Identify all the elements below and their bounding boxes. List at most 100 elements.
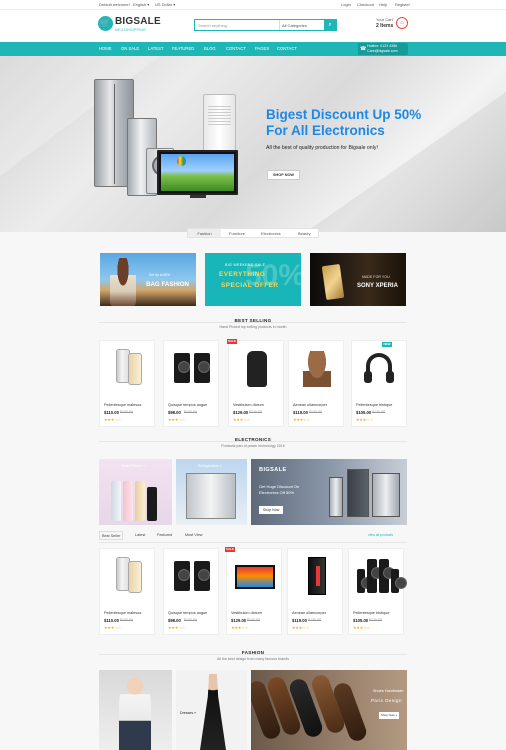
rating-stars: ★★★☆☆ bbox=[168, 417, 185, 422]
product-card[interactable]: Pellentesque malesua $110.00 $120.00 ★★★… bbox=[99, 548, 155, 635]
nav-blog[interactable]: BLOG bbox=[204, 46, 216, 51]
currency-select[interactable]: US Dollar ▾ bbox=[155, 2, 175, 7]
tab-fashion[interactable]: Fashion bbox=[188, 229, 221, 237]
product-card[interactable]: Quisque tempus augue $98.00 $120.00 ★★★☆… bbox=[163, 548, 219, 635]
fashion-model-panel[interactable] bbox=[99, 670, 172, 750]
help-link[interactable]: Help bbox=[379, 2, 387, 7]
register-link[interactable]: Register bbox=[395, 2, 410, 7]
product-name[interactable]: Pellentesque malesua bbox=[104, 611, 141, 615]
view-all-link[interactable]: view all products bbox=[368, 533, 393, 537]
shoes-shop-now-button[interactable]: Shop Now » bbox=[379, 712, 399, 719]
divider bbox=[99, 441, 407, 442]
product-card[interactable]: NEW Pellentesque tristique $105.00 $120.… bbox=[351, 340, 407, 427]
cart-logo-icon[interactable]: 🛒 bbox=[98, 16, 113, 31]
banner-sony-xperia[interactable]: MADE FOR YOU SONY XPERIA bbox=[310, 253, 406, 306]
cart-icon[interactable]: ⌂ bbox=[396, 17, 408, 29]
refrigerator-label[interactable]: Refrigerators » bbox=[198, 464, 222, 468]
product-image[interactable] bbox=[296, 555, 334, 595]
shoes-title: Paris Design bbox=[371, 698, 402, 703]
tab-electronics[interactable]: Electronics bbox=[261, 231, 281, 236]
product-card[interactable]: Pellentesque malesua $110.00 $120.00 ★★★… bbox=[99, 340, 155, 427]
product-card[interactable]: SALE Vestibulum dictum $129.00 $140.00 ★… bbox=[225, 547, 282, 635]
banner3-small: MADE FOR YOU bbox=[362, 275, 390, 279]
cart-summary[interactable]: Your Cart 2 Items bbox=[376, 17, 393, 29]
smartphone-label[interactable]: Smart Phone » bbox=[121, 464, 145, 468]
divider bbox=[99, 542, 407, 543]
product-card[interactable]: SALE Vestibulum dictum $129.00 $140.00 ★… bbox=[227, 339, 284, 427]
product-old-price: $120.00 bbox=[184, 410, 197, 414]
rating-stars: ★★★☆☆ bbox=[104, 417, 121, 422]
product-old-price: $120.00 bbox=[372, 410, 385, 414]
product-image[interactable] bbox=[108, 347, 146, 387]
product-image[interactable] bbox=[297, 347, 335, 387]
shoes-small-label: Shoes Handmade bbox=[373, 689, 404, 693]
electronics-tabs: Best Seller Latest Featured Most View bbox=[99, 531, 209, 541]
product-image[interactable] bbox=[172, 555, 210, 595]
rating-stars: ★★★☆☆ bbox=[356, 417, 373, 422]
category-select[interactable]: All Categories bbox=[279, 20, 325, 30]
product-name[interactable]: Pellentesque tristique bbox=[356, 403, 392, 407]
nav-contact[interactable]: CONTACT bbox=[226, 46, 246, 51]
rating-stars: ★★★☆☆ bbox=[231, 625, 248, 630]
promo-title: BIGSALE bbox=[259, 467, 287, 473]
product-name[interactable]: Quisque tempus augue bbox=[168, 611, 207, 615]
product-old-price: $120.00 bbox=[369, 618, 382, 622]
tab-most-view[interactable]: Most View bbox=[185, 533, 202, 537]
dresses-panel[interactable]: Dresses » bbox=[176, 670, 247, 750]
logo[interactable]: BIGSALE bbox=[115, 16, 161, 27]
tab-featured[interactable]: Featured bbox=[157, 533, 172, 537]
banner-bag-fashion[interactable]: Get Up to 50% BAG FASHION bbox=[100, 253, 196, 306]
checkout-link[interactable]: Checkout bbox=[357, 2, 374, 7]
nav-contact-2[interactable]: CONTACT bbox=[277, 46, 297, 51]
product-name[interactable]: Aenean ullamcorper bbox=[293, 403, 327, 407]
product-price: $129.00 bbox=[231, 618, 247, 623]
banner2-line2: SPECIAL OFFER bbox=[221, 282, 279, 289]
shop-now-button[interactable]: SHOP NOW bbox=[267, 170, 300, 180]
product-price: $119.00 bbox=[293, 410, 308, 415]
smartphone-panel[interactable]: Smart Phone » bbox=[99, 459, 172, 525]
nav-latest[interactable]: LATEST bbox=[148, 46, 164, 51]
hotline-email: Care@bigsale.com bbox=[367, 49, 398, 53]
search-icon[interactable]: ⌕ bbox=[324, 19, 336, 31]
bigsale-promo[interactable]: BIGSALE Get Huge Discount On Electronics… bbox=[251, 459, 407, 525]
banner-special-offer[interactable]: 50% BIG WEEKEND SALE EVERYTHING SPECIAL … bbox=[205, 253, 301, 306]
product-price: $105.00 bbox=[356, 410, 372, 415]
product-name[interactable]: Pellentesque tristique bbox=[353, 611, 389, 615]
nav-pages[interactable]: PAGES bbox=[255, 46, 269, 51]
product-image[interactable] bbox=[357, 555, 407, 595]
hero-title: Bigest Discount Up 50% For All Electroni… bbox=[266, 107, 421, 139]
product-name[interactable]: Pellentesque malesua bbox=[104, 403, 141, 407]
product-card[interactable]: Pellentesque tristique $105.00 $120.00 ★… bbox=[348, 548, 407, 635]
product-image[interactable] bbox=[172, 347, 210, 387]
product-old-price: $130.00 bbox=[309, 410, 322, 414]
product-name[interactable]: Vestibulum dictum bbox=[231, 611, 262, 615]
product-image[interactable] bbox=[108, 555, 146, 595]
product-name[interactable]: Quisque tempus augue bbox=[168, 403, 207, 407]
tab-latest[interactable]: Latest bbox=[135, 533, 145, 537]
product-name[interactable]: Aenean ullamcorper bbox=[292, 611, 326, 615]
banner1-small: Get Up to 50% bbox=[149, 273, 170, 277]
login-link[interactable]: Login bbox=[341, 2, 351, 7]
product-card[interactable]: Aenean ullamcorper $119.00 $130.00 ★★★☆☆ bbox=[288, 340, 344, 427]
language-select[interactable]: English ▾ bbox=[133, 2, 149, 7]
product-image[interactable] bbox=[360, 347, 398, 387]
dresses-label[interactable]: Dresses » bbox=[180, 711, 196, 715]
shoes-panel[interactable]: Shoes Handmade Paris Design Shop Now » bbox=[251, 670, 407, 750]
product-card[interactable]: Quisque tempus augue $98.00 $120.00 ★★★☆… bbox=[163, 340, 219, 427]
main-nav: HOME ON SALE LATEST FEATURED BLOG CONTAC… bbox=[0, 42, 506, 56]
product-name[interactable]: Vestibulum dictum bbox=[233, 403, 264, 407]
tab-best-seller[interactable]: Best Seller bbox=[99, 531, 124, 540]
nav-featured[interactable]: FEATURED bbox=[172, 46, 194, 51]
promo-shop-now-button[interactable]: Shop Now bbox=[259, 506, 283, 514]
tab-furniture[interactable]: Furniture bbox=[229, 231, 245, 236]
air-conditioner-image bbox=[203, 94, 236, 156]
refrigerator-panel[interactable]: Refrigerators » bbox=[176, 459, 247, 525]
nav-home[interactable]: HOME bbox=[99, 46, 112, 51]
product-card[interactable]: Aenean ullamcorper $119.00 $130.00 ★★★☆☆ bbox=[287, 548, 343, 635]
nav-on-sale[interactable]: ON SALE bbox=[121, 46, 139, 51]
product-image[interactable] bbox=[235, 555, 275, 595]
tab-beauty[interactable]: Beauty bbox=[298, 231, 310, 236]
product-price: $119.00 bbox=[292, 618, 307, 623]
search-input[interactable]: Search anything... bbox=[198, 23, 230, 28]
product-image[interactable] bbox=[237, 347, 275, 387]
